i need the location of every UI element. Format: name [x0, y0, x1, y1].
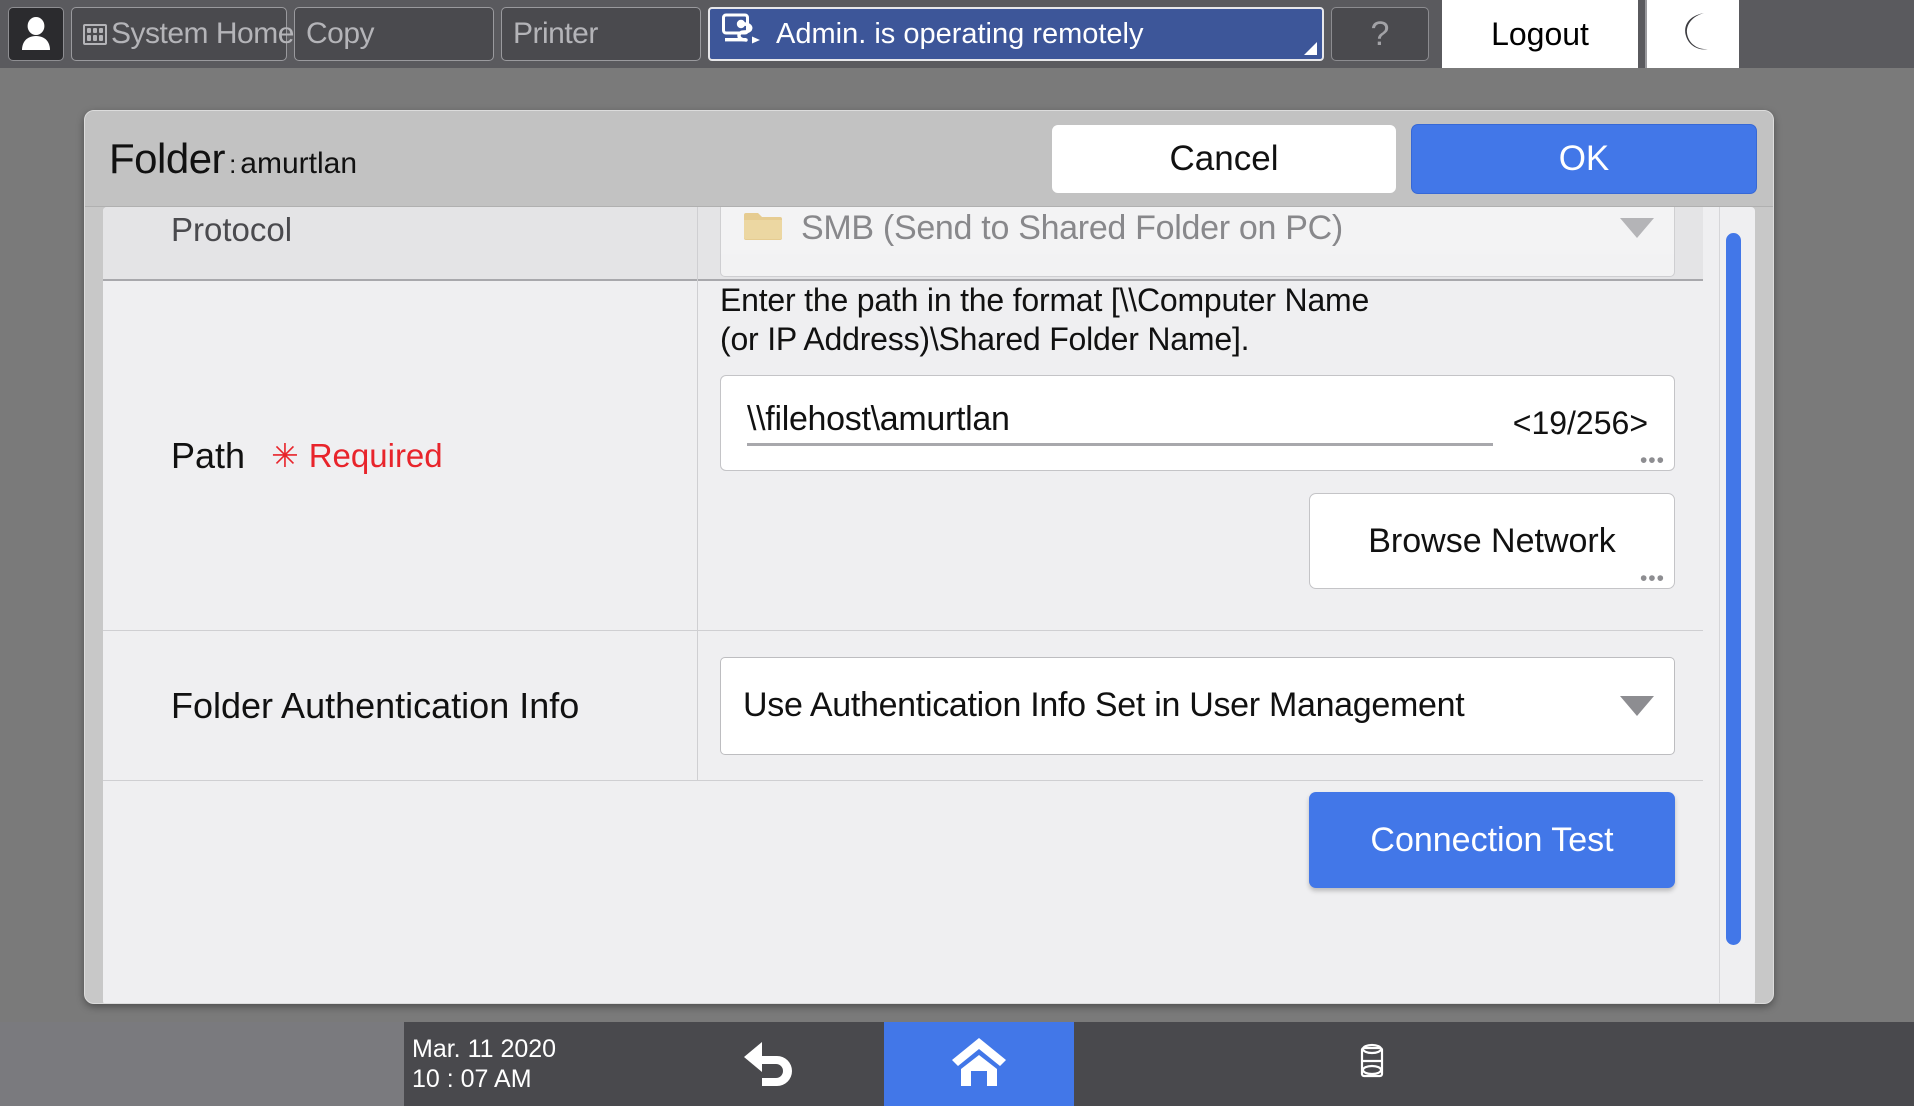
required-badge: ✳ Required: [271, 437, 443, 475]
logout-label: Logout: [1491, 15, 1589, 52]
bottom-bar-left-filler: [0, 1022, 404, 1106]
auth-value: Use Authentication Info Set in User Mana…: [743, 686, 1465, 724]
browse-network-label: Browse Network: [1368, 521, 1616, 560]
row-protocol: Protocol SMB (Send to Shared Folder on P…: [103, 207, 1703, 281]
remote-operation-icon: [722, 13, 762, 55]
path-hint-line-2: (or IP Address)\Shared Folder Name].: [720, 321, 1250, 358]
settings-form: Protocol SMB (Send to Shared Folder on P…: [103, 207, 1703, 1003]
help-label: ?: [1370, 14, 1390, 53]
user-account-button[interactable]: [8, 7, 64, 61]
moon-icon: [1674, 10, 1712, 59]
back-arrow-icon: [738, 1036, 800, 1093]
path-char-counter: <19/256>: [1512, 404, 1648, 441]
path-label-cell: Path ✳ Required: [103, 281, 698, 630]
date-label: Mar. 11 2020: [412, 1035, 557, 1063]
connection-test-cell: Connection Test: [698, 792, 1703, 888]
auth-value-cell: Use Authentication Info Set in User Mana…: [698, 631, 1703, 781]
chevron-down-icon: [1620, 695, 1654, 716]
stored-files-button[interactable]: [1074, 1022, 1914, 1106]
dialog-title-main: Folder: [109, 134, 226, 182]
stored-files-icon: [1359, 1043, 1385, 1086]
required-label: Required: [308, 436, 443, 474]
tab-system-home[interactable]: System Home: [71, 7, 294, 61]
cancel-button-label: Cancel: [1169, 138, 1279, 178]
chevron-down-icon: [1620, 218, 1654, 238]
dialog-title-sub: amurtlan: [240, 146, 358, 180]
connection-test-label: Connection Test: [1370, 820, 1614, 859]
home-icon: [949, 1035, 1009, 1094]
path-input[interactable]: \\filehost\amurtlan <19/256> •••: [720, 375, 1675, 473]
tab-printer-label: Printer: [513, 17, 598, 50]
protocol-value-cell: SMB (Send to Shared Folder on PC): [698, 207, 1703, 277]
path-input-overflow-icon: •••: [1639, 449, 1665, 473]
browse-network-button[interactable]: Browse Network •••: [1309, 493, 1675, 591]
printer-touchscreen: System Home Copy Printer Admin. is opera…: [0, 0, 1914, 1106]
cancel-button[interactable]: Cancel: [1051, 123, 1397, 194]
remote-operation-banner[interactable]: Admin. is operating remotely: [708, 7, 1324, 61]
time-label: 10 : 07 AM: [412, 1065, 532, 1093]
path-hint-line-1: Enter the path in the format [\\Computer…: [720, 282, 1370, 318]
scrollbar-thumb[interactable]: [1726, 233, 1741, 945]
auth-label-cell: Folder Authentication Info: [103, 630, 698, 781]
back-button[interactable]: [654, 1036, 884, 1093]
browse-network-row: Browse Network •••: [720, 493, 1675, 591]
row-connection-test: Connection Test: [103, 781, 1703, 899]
top-status-bar: System Home Copy Printer Admin. is opera…: [0, 0, 1914, 68]
vertical-scrollbar[interactable]: [1719, 207, 1745, 1003]
help-button[interactable]: ?: [1331, 7, 1429, 61]
banner-corner-marker: [1304, 42, 1317, 55]
ok-button-label: OK: [1558, 138, 1610, 178]
path-hint: Enter the path in the format [\\Computer…: [720, 281, 1675, 359]
path-input-value: \\filehost\amurtlan: [747, 400, 1493, 447]
browse-network-overflow-icon: •••: [1639, 567, 1665, 591]
protocol-label: Protocol: [171, 211, 293, 248]
grid-icon: [83, 23, 107, 45]
ok-button[interactable]: OK: [1411, 123, 1757, 194]
row-folder-authentication-info: Folder Authentication Info Use Authentic…: [103, 630, 1703, 781]
folder-icon: [743, 210, 783, 247]
tab-printer[interactable]: Printer: [501, 7, 701, 61]
connection-test-button[interactable]: Connection Test: [1309, 792, 1675, 888]
dialog-header: Folder : amurtlan Cancel OK: [85, 111, 1773, 207]
protocol-label-cell: Protocol: [103, 207, 698, 281]
sleep-mode-button[interactable]: [1645, 0, 1739, 68]
required-asterisk-icon: ✳: [271, 437, 299, 474]
dialog-title: Folder : amurtlan: [109, 135, 357, 183]
tab-copy[interactable]: Copy: [294, 7, 494, 61]
path-label: Path: [171, 434, 246, 476]
path-value-cell: Enter the path in the format [\\Computer…: [698, 281, 1703, 630]
datetime-display: Mar. 11 2020 10 : 07 AM: [404, 1034, 654, 1094]
dialog-body: Protocol SMB (Send to Shared Folder on P…: [103, 207, 1755, 1003]
bottom-navigation-bar: Mar. 11 2020 10 : 07 AM: [0, 1022, 1914, 1106]
auth-dropdown[interactable]: Use Authentication Info Set in User Mana…: [720, 656, 1675, 755]
protocol-dropdown[interactable]: SMB (Send to Shared Folder on PC): [720, 207, 1675, 277]
tab-system-home-label: System Home: [111, 17, 294, 50]
home-button[interactable]: [884, 1022, 1074, 1106]
folder-settings-dialog: Folder : amurtlan Cancel OK Protocol SMB…: [84, 110, 1774, 1004]
dialog-actions: Cancel OK: [1051, 123, 1757, 194]
tab-copy-label: Copy: [306, 17, 375, 50]
dialog-title-separator: :: [229, 148, 237, 179]
remote-operation-label: Admin. is operating remotely: [776, 17, 1144, 50]
logout-button[interactable]: Logout: [1442, 0, 1638, 68]
protocol-value: SMB (Send to Shared Folder on PC): [801, 208, 1343, 247]
row-path: Path ✳ Required Enter the path in the fo…: [103, 281, 1703, 631]
auth-label: Folder Authentication Info: [171, 684, 580, 726]
person-icon: [21, 17, 51, 51]
